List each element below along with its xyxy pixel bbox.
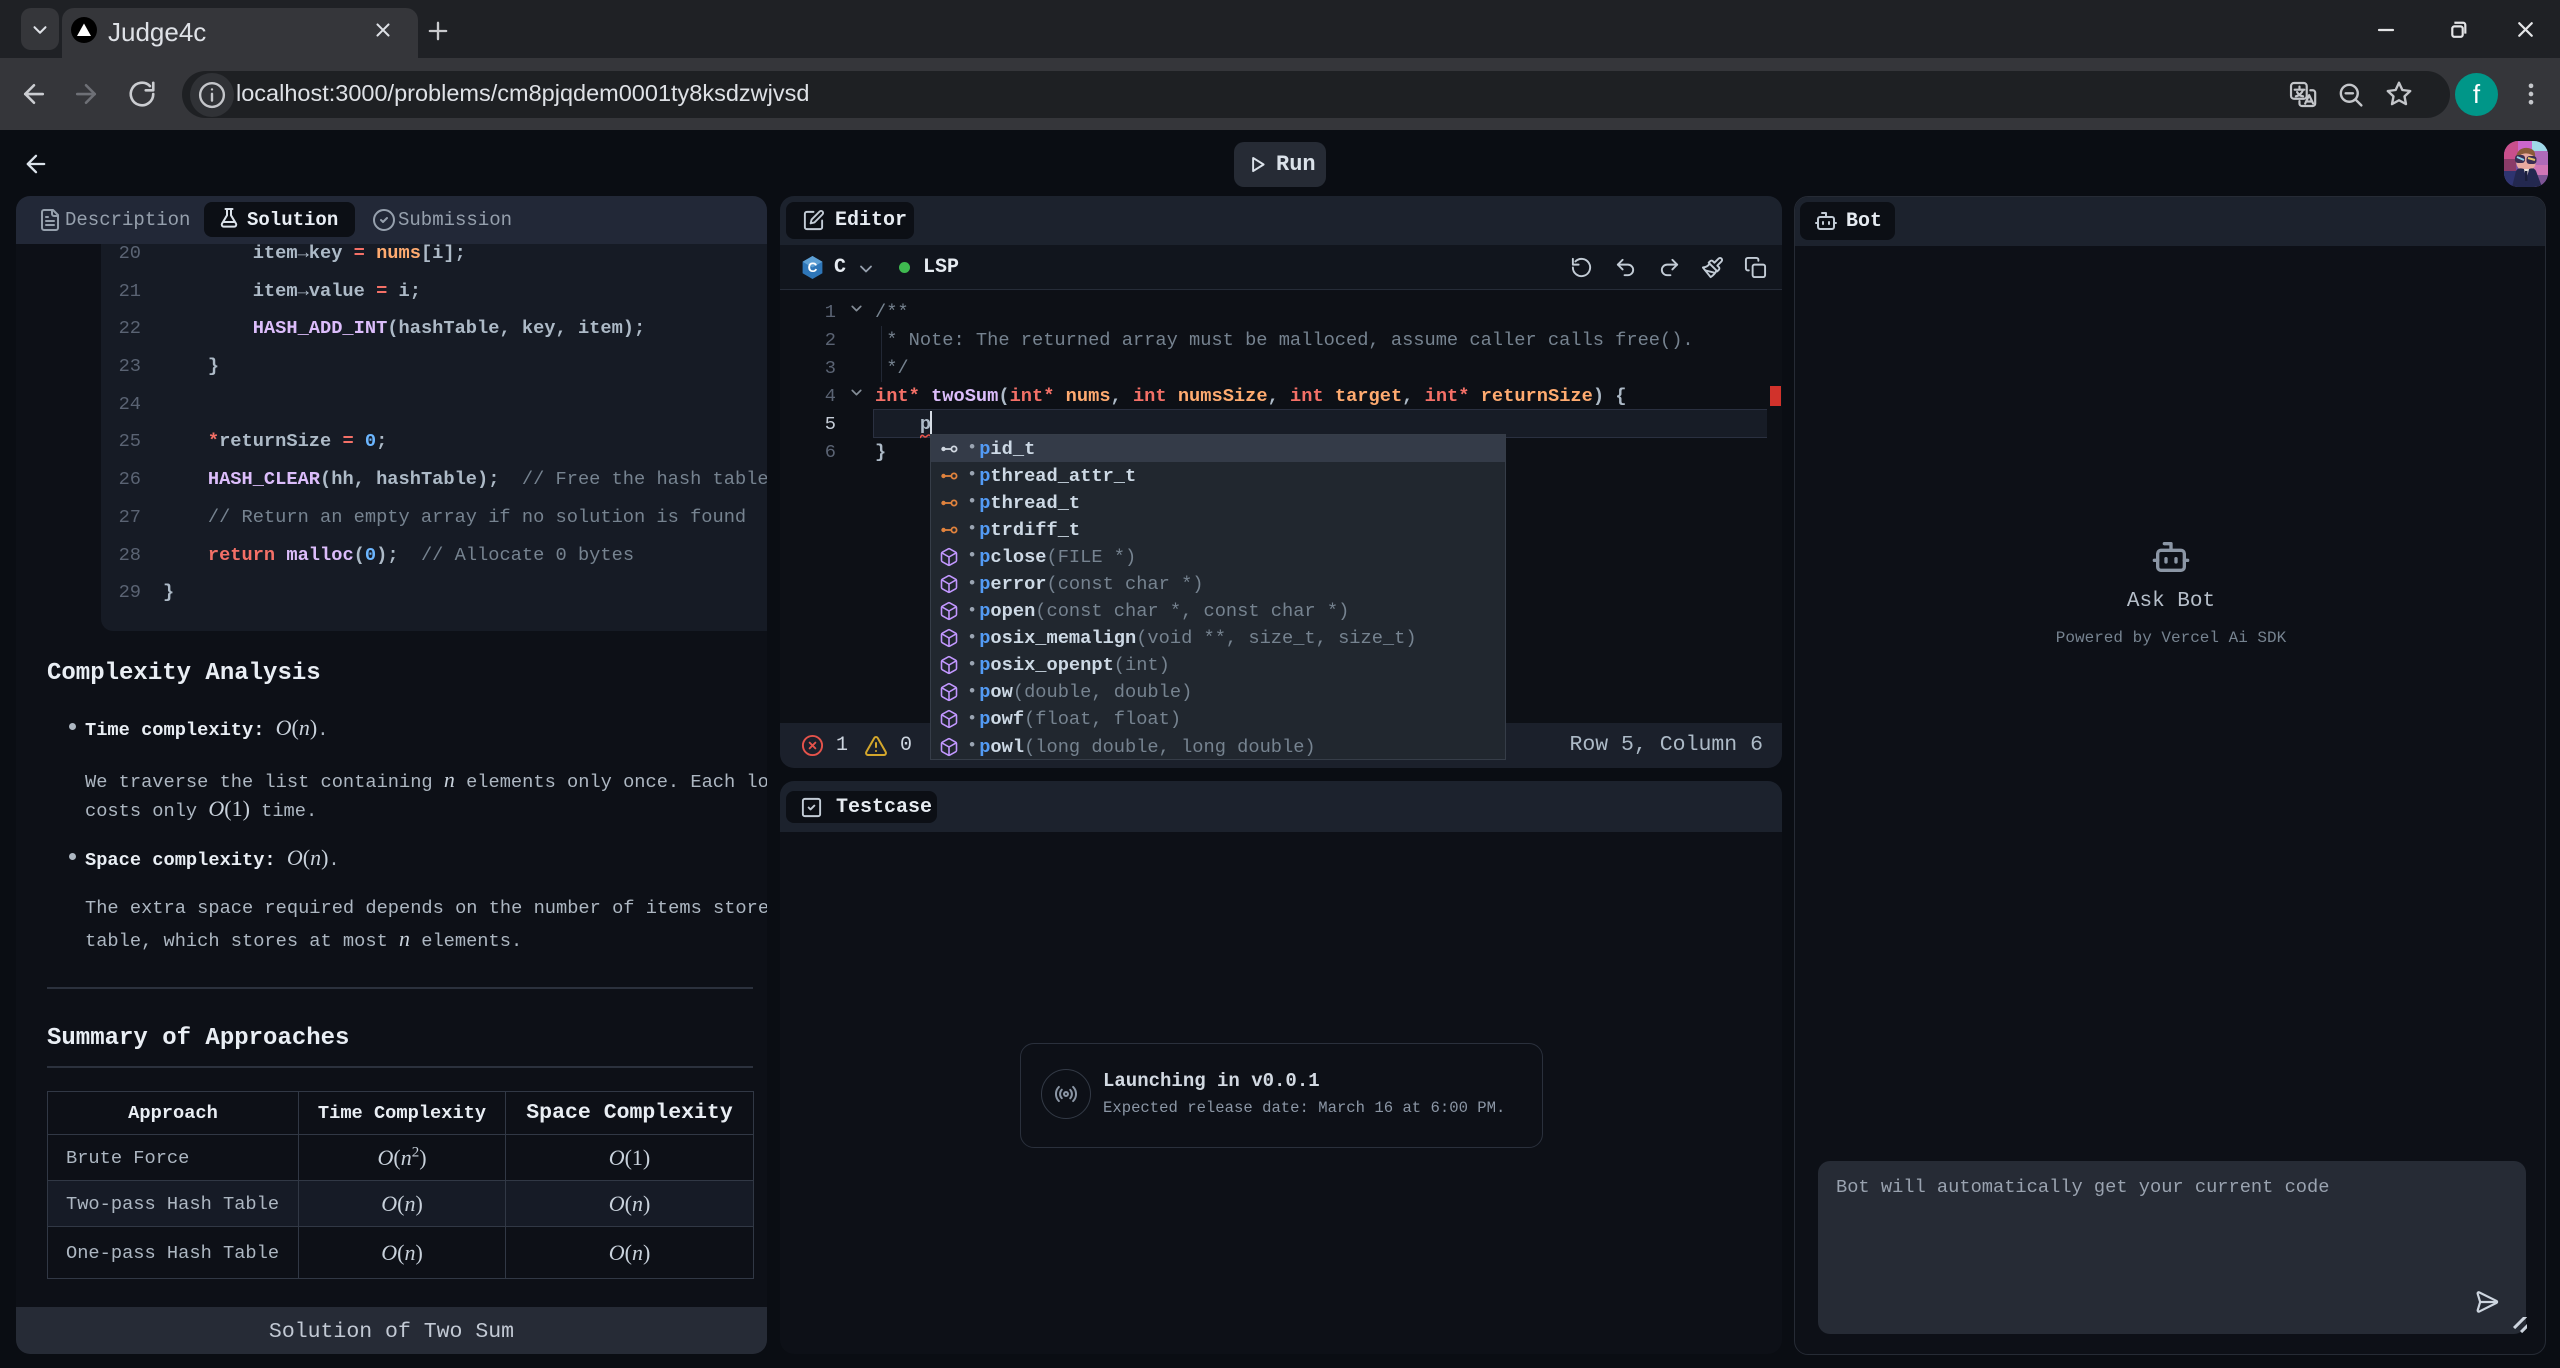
svg-text:C: C xyxy=(808,260,818,275)
